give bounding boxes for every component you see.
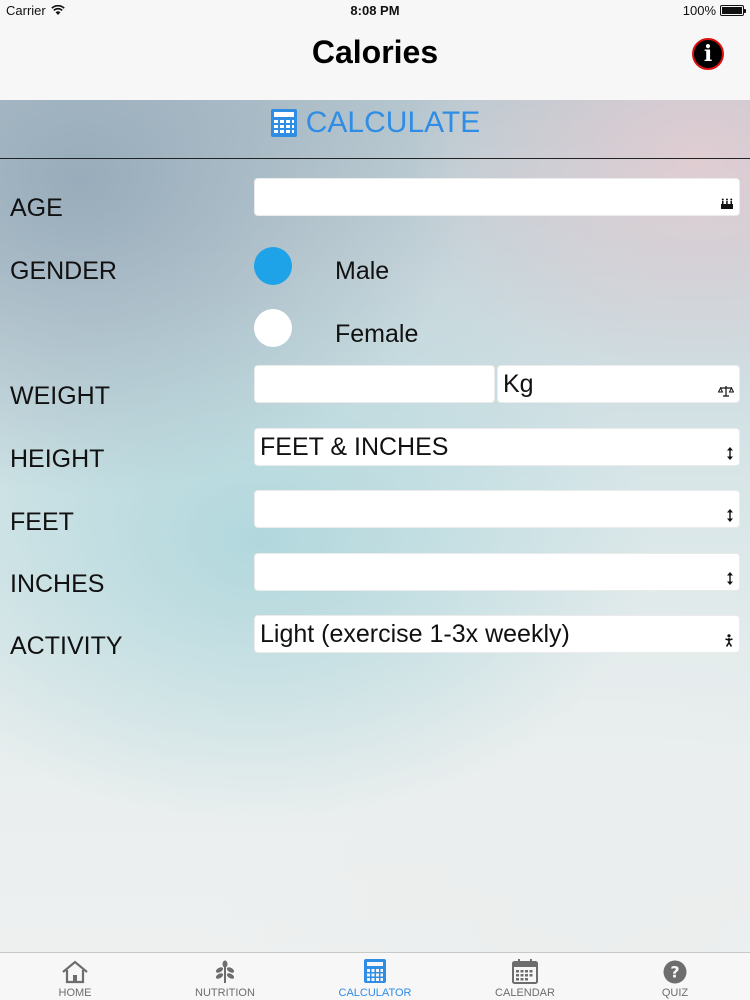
calculate-label: CALCULATE: [305, 106, 481, 139]
age-label: AGE: [10, 194, 63, 222]
age-field[interactable]: [254, 178, 740, 216]
up-down-arrow-icon: [726, 572, 734, 587]
gender-male-label: Male: [335, 257, 390, 285]
calculator-icon: [364, 959, 386, 983]
tab-home[interactable]: HOME: [0, 953, 150, 1000]
inches-label: INCHES: [10, 570, 105, 598]
home-icon: [62, 960, 88, 984]
tab-nutrition-label: NUTRITION: [195, 987, 255, 999]
tab-calendar-label: CALENDAR: [495, 987, 555, 999]
header-divider: [0, 158, 750, 159]
scale-icon: [717, 385, 735, 399]
weight-field[interactable]: [254, 365, 495, 403]
running-person-icon: [724, 634, 734, 649]
tab-home-label: HOME: [58, 987, 92, 999]
feet-label: FEET: [10, 508, 74, 536]
gender-male-radio[interactable]: [254, 247, 292, 285]
gender-female-label: Female: [335, 320, 419, 348]
height-label: HEIGHT: [10, 445, 105, 473]
status-time: 8:08 PM: [350, 3, 400, 18]
question-icon: ?: [663, 960, 687, 984]
tab-bar: HOME NUTRITION CALCULATOR CALENDAR ? QUI…: [0, 952, 750, 1000]
plant-icon: [215, 960, 235, 983]
feet-select[interactable]: [254, 490, 740, 528]
height-unit-select[interactable]: FEET & INCHES: [254, 428, 740, 466]
tab-calculator-label: CALCULATOR: [338, 987, 412, 999]
battery-percent: 100%: [682, 3, 716, 18]
page-title: Calories: [311, 34, 439, 70]
birthday-cake-icon: [720, 198, 734, 212]
tab-nutrition[interactable]: NUTRITION: [150, 953, 300, 1000]
calendar-icon: [512, 959, 538, 984]
gender-female-radio[interactable]: [254, 309, 292, 347]
activity-label: ACTIVITY: [10, 632, 123, 660]
status-bar: Carrier 8:08 PM 100%: [0, 0, 750, 22]
battery-icon: [720, 5, 746, 16]
tab-calendar[interactable]: CALENDAR: [450, 953, 600, 1000]
tab-calculator[interactable]: CALCULATOR: [300, 953, 450, 1000]
height-unit-value: FEET & INCHES: [260, 433, 449, 461]
weight-unit-value: Kg: [503, 370, 534, 398]
calculate-button[interactable]: CALCULATE: [0, 100, 750, 160]
up-down-arrow-icon: [726, 509, 734, 524]
calculator-form-area: CALCULATE AGE GENDER Male Female WEIGHT …: [0, 100, 750, 952]
navigation-bar: Calories i: [0, 22, 750, 100]
weight-label: WEIGHT: [10, 382, 110, 410]
info-button[interactable]: i: [692, 38, 724, 70]
activity-select[interactable]: Light (exercise 1-3x weekly): [254, 615, 740, 653]
tab-quiz[interactable]: ? QUIZ: [600, 953, 750, 1000]
activity-value: Light (exercise 1-3x weekly): [260, 620, 570, 648]
gender-label: GENDER: [10, 257, 117, 285]
inches-select[interactable]: [254, 553, 740, 591]
weight-unit-select[interactable]: Kg: [497, 365, 740, 403]
up-down-arrow-icon: [726, 447, 734, 462]
calculator-icon: [270, 109, 297, 137]
svg-text:?: ?: [670, 963, 679, 982]
battery-indicator: 100%: [682, 3, 746, 18]
tab-quiz-label: QUIZ: [661, 987, 689, 999]
info-icon: i: [703, 41, 713, 67]
